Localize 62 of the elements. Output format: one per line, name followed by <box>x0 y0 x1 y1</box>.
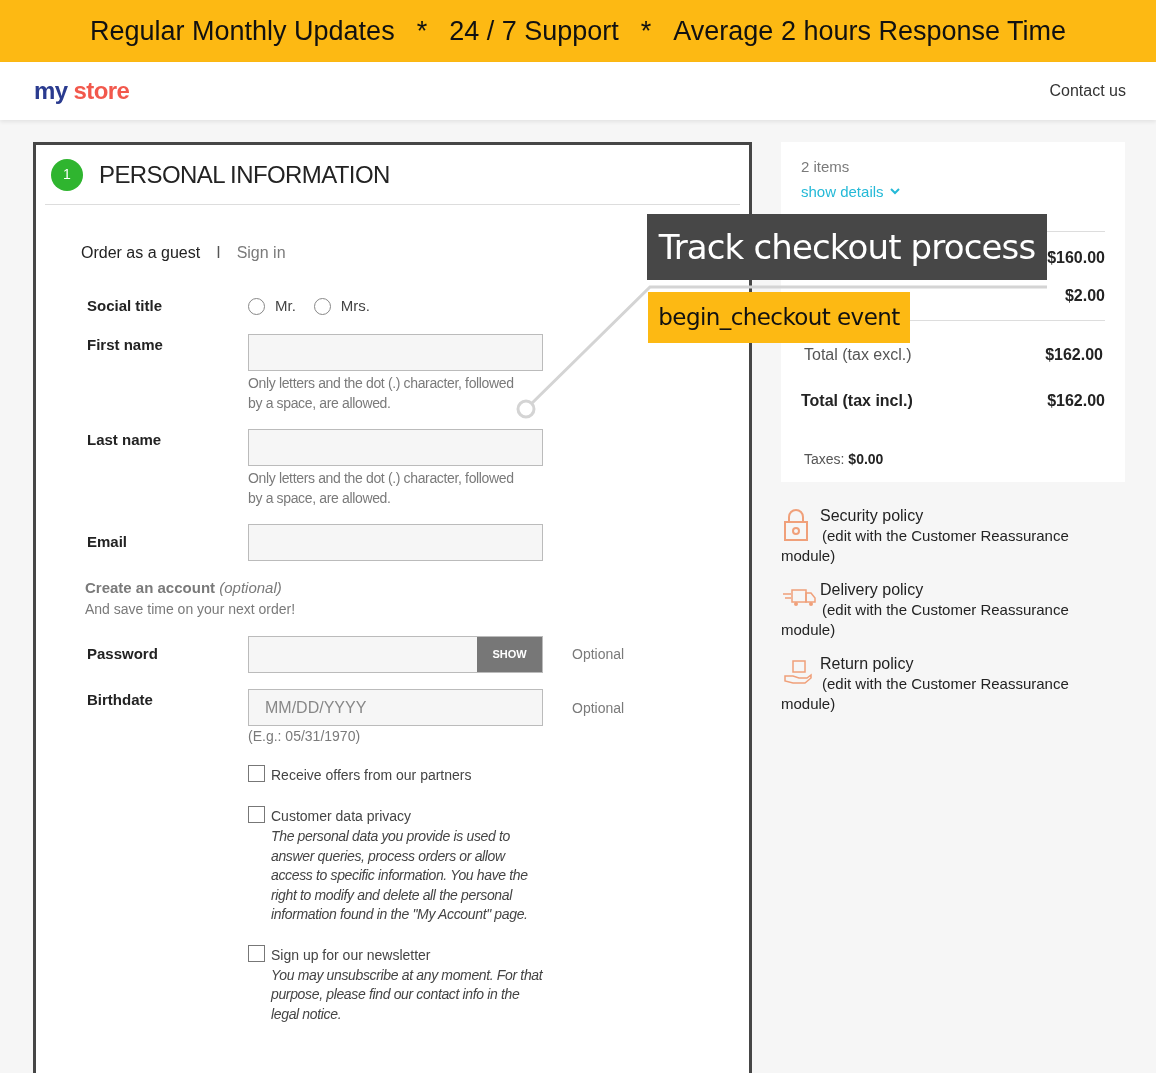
radio-button[interactable] <box>313 297 331 315</box>
banner-text: * <box>640 14 652 48</box>
field-label: First name <box>86 334 164 355</box>
password-field[interactable]: SHOW <box>248 636 543 673</box>
policy-text: (edit with the Customer Reassurance module) <box>781 674 1070 714</box>
checkbox-description: The personal data you provide is used to answer queries, process orders or allow access to specific information. You have the right to modify and delete all the personal information found in the "My Account" page. <box>271 827 529 924</box>
field-label: Password <box>86 644 159 665</box>
show-details-link[interactable]: show details <box>801 182 884 201</box>
checkbox[interactable] <box>248 944 265 962</box>
banner-text: * <box>416 14 428 48</box>
contact-link[interactable]: Contact us <box>1049 79 1126 103</box>
optional-note: Optional <box>572 645 625 664</box>
total-excl-value: $162.00 <box>1045 344 1104 365</box>
chevron-down-icon <box>889 188 900 195</box>
taxes-text: Taxes: $0.00 <box>803 449 885 469</box>
email-field[interactable] <box>248 523 543 561</box>
checkbox-label: Customer data privacy <box>271 807 413 826</box>
policy-text: (edit with the Customer Reassurance module) <box>781 526 1070 566</box>
step-number: 1 <box>51 158 83 191</box>
show-button[interactable]: SHOW <box>477 637 542 672</box>
optional-note: Optional <box>572 699 625 718</box>
total-incl-label: Total (tax incl.) <box>801 390 913 411</box>
padlock-icon <box>781 508 811 542</box>
policy-text: (edit with the Customer Reassurance module) <box>781 600 1070 640</box>
banner-text: Regular Monthly Updates <box>89 14 395 48</box>
checkbox-label: Receive offers from our partners <box>271 766 473 785</box>
field-label: Birthdate <box>86 690 154 710</box>
create-account-heading: Create an account (optional) <box>85 577 283 598</box>
radio-label: Mrs. <box>340 296 370 316</box>
store-logo[interactable]: my store <box>34 73 130 109</box>
radio-button[interactable] <box>248 297 265 315</box>
policy-title: Return policy <box>820 654 914 674</box>
checkbox-label: Sign up for our newsletter <box>271 945 432 965</box>
create-account-subtitle: And save time on your next order! <box>85 600 297 619</box>
field-label: Last name <box>86 429 163 450</box>
banner-text: 24 / 7 Support <box>449 14 619 48</box>
annotation-label: begin_checkout event <box>648 292 910 343</box>
help-text: Only letters and the dot (.) character, followed by a space, are allowed. <box>248 468 515 508</box>
example-text: (E.g.: 05/31/1970) <box>248 727 362 746</box>
total-incl-value: $162.00 <box>1047 390 1105 411</box>
checkbox-description: You may unsubscribe at any moment. For that purpose, please find our contact info in the legal notice. <box>271 965 544 1024</box>
shipping-value: $2.00 <box>1064 285 1105 306</box>
checkbox[interactable] <box>248 765 265 782</box>
checkbox[interactable] <box>248 806 265 823</box>
tab[interactable]: Order as a guest <box>81 241 201 265</box>
tab-separator: I <box>216 243 221 263</box>
items-count: 2 items <box>801 157 851 177</box>
birthdate-field[interactable]: MM/DD/YYYY <box>248 689 543 726</box>
policy-title: Security policy <box>820 506 924 526</box>
tab[interactable]: Sign in <box>236 241 286 265</box>
radio-label: Mr. <box>275 296 296 316</box>
help-text: Only letters and the dot (.) character, followed by a space, are allowed. <box>248 373 515 413</box>
annotation-title: Track checkout process <box>647 214 1047 280</box>
field-label: Social title <box>86 296 164 316</box>
field-label: Email <box>86 531 129 552</box>
policy-title: Delivery policy <box>820 580 924 600</box>
total-excl-label: Total (tax excl.) <box>803 344 912 365</box>
subtotal-value: $160.00 <box>1047 247 1105 268</box>
first-name-field[interactable] <box>248 333 543 371</box>
last-name-field[interactable] <box>248 428 543 466</box>
banner-text: Average 2 hours Response Time <box>673 14 1067 48</box>
section-title: PERSONAL INFORMATION <box>99 159 390 190</box>
